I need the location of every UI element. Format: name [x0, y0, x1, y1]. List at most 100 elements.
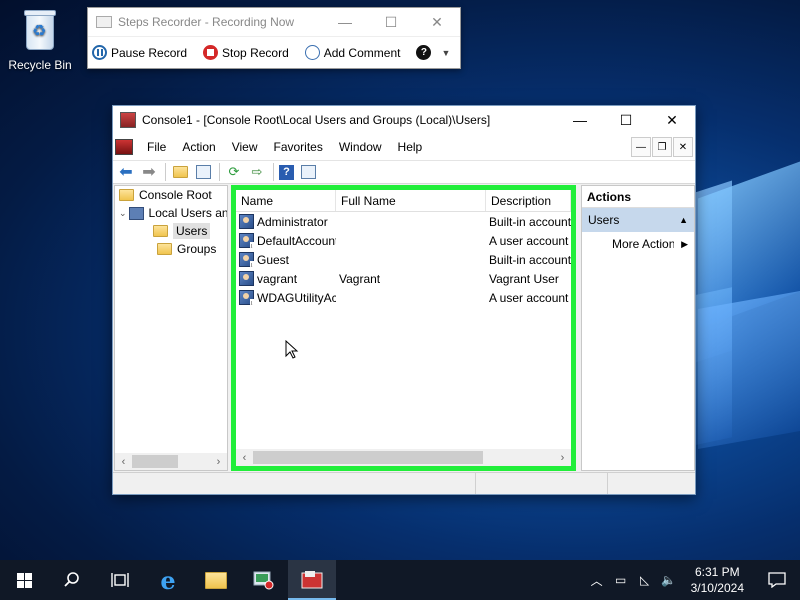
menu-favorites[interactable]: Favorites — [266, 140, 331, 154]
tree-node-groups[interactable]: Groups — [115, 240, 227, 258]
taskbar: e ︿ ▭ ◺ 🔈 6:31 PM 3/10/2024 — [0, 560, 800, 600]
recycle-bin-shortcut[interactable]: ♻ Recycle Bin — [6, 6, 74, 72]
help-dropdown-arrow-icon[interactable]: ▼ — [441, 48, 450, 58]
help-icon[interactable]: ? — [279, 164, 294, 180]
actions-section-users[interactable]: Users ▲ — [582, 208, 694, 232]
child-close-button[interactable]: ✕ — [673, 137, 693, 157]
maximize-button[interactable]: ☐ — [603, 106, 649, 134]
show-hide-action-pane-icon[interactable] — [299, 163, 317, 181]
minimize-button[interactable]: — — [557, 106, 603, 134]
start-button[interactable] — [0, 560, 48, 600]
user-name: DefaultAccount — [257, 233, 336, 248]
pause-record-button[interactable]: Pause Record — [92, 45, 187, 60]
taskbar-mmc-console[interactable] — [288, 560, 336, 600]
menu-action[interactable]: Action — [174, 140, 223, 154]
keyboard-icon[interactable]: ▭ — [609, 573, 633, 587]
stop-record-label: Stop Record — [222, 45, 289, 60]
close-button[interactable]: ✕ — [649, 106, 695, 134]
menu-bar: File Action View Favorites Window Help —… — [113, 134, 695, 160]
disabled-user-icon — [239, 290, 254, 305]
user-description: Built-in account for guest access — [489, 252, 571, 267]
menu-help[interactable]: Help — [390, 140, 431, 154]
local-users-groups-icon — [128, 206, 144, 220]
table-row[interactable]: Administrator Built-in account for admin… — [236, 212, 571, 231]
stop-record-button[interactable]: Stop Record — [203, 45, 289, 60]
add-comment-label: Add Comment — [323, 45, 401, 60]
column-header-description[interactable]: Description — [486, 190, 571, 211]
tree-label-selected: Users — [173, 223, 211, 239]
taskbar-file-explorer[interactable] — [192, 560, 240, 600]
task-view-icon — [111, 573, 129, 587]
tree-node-console-root[interactable]: Console Root — [115, 186, 227, 204]
mmc-titlebar[interactable]: Console1 - [Console Root\Local Users and… — [113, 106, 695, 134]
menu-file[interactable]: File — [139, 140, 174, 154]
console-tree: Console Root ⌄ Local Users and Groups (L… — [114, 185, 228, 471]
show-hide-tree-icon[interactable] — [194, 163, 212, 181]
steps-recorder-window: Steps Recorder - Recording Now — ☐ ✕ Pau… — [87, 7, 461, 69]
actions-section-label: Users — [588, 213, 620, 227]
menu-view[interactable]: View — [224, 140, 266, 154]
search-icon — [64, 572, 79, 587]
up-one-level-icon[interactable] — [171, 163, 189, 181]
add-comment-button[interactable]: Add Comment — [304, 45, 401, 60]
user-name: Administrator — [257, 214, 328, 229]
task-view-button[interactable] — [96, 560, 144, 600]
mmc-app-icon — [120, 112, 136, 128]
child-minimize-button[interactable]: — — [631, 137, 651, 157]
folder-icon — [157, 243, 172, 255]
steps-recorder-app-icon — [96, 16, 112, 28]
scroll-right-arrow-icon[interactable]: › — [210, 456, 227, 468]
collapse-up-icon[interactable]: ▲ — [679, 215, 688, 225]
export-list-icon[interactable]: ⇨ — [248, 163, 266, 181]
volume-muted-icon[interactable]: 🔈 — [657, 573, 681, 587]
collapse-chevron-icon[interactable]: ⌄ — [119, 208, 127, 219]
help-button[interactable]: ? — [416, 45, 435, 60]
tree-node-local-users-and-groups[interactable]: ⌄ Local Users and Groups (Local) — [115, 204, 227, 222]
user-description: Vagrant User — [489, 271, 559, 286]
table-row[interactable]: vagrant Vagrant Vagrant User — [236, 269, 571, 288]
stop-icon — [203, 45, 219, 60]
console-system-menu-icon[interactable] — [115, 139, 133, 155]
more-actions-item[interactable]: More Actions ▶ — [582, 232, 694, 256]
status-bar — [113, 472, 695, 494]
refresh-icon[interactable]: ⟳ — [225, 163, 243, 181]
comment-icon — [304, 45, 320, 60]
disabled-user-icon — [239, 233, 254, 248]
list-horizontal-scrollbar[interactable]: ‹ › — [236, 449, 571, 466]
table-row[interactable]: DefaultAccount A user account managed by… — [236, 231, 571, 250]
scrollbar-thumb[interactable] — [253, 451, 483, 464]
steps-recorder-titlebar[interactable]: Steps Recorder - Recording Now — ☐ ✕ — [88, 8, 460, 36]
scroll-left-arrow-icon[interactable]: ‹ — [236, 452, 253, 464]
table-row[interactable]: WDAGUtilityAccount A user account manage… — [236, 288, 571, 307]
user-full-name: Vagrant — [339, 271, 381, 286]
scroll-right-arrow-icon[interactable]: › — [554, 452, 571, 464]
search-button[interactable] — [48, 560, 96, 600]
clock[interactable]: 6:31 PM 3/10/2024 — [681, 564, 754, 596]
mmc-toolbar: ⬅ ➡ ⟳ ⇨ ? — [113, 160, 695, 184]
taskbar-steps-recorder[interactable] — [240, 560, 288, 600]
taskbar-internet-explorer[interactable]: e — [144, 560, 192, 600]
child-restore-button[interactable]: ❐ — [652, 137, 672, 157]
menu-window[interactable]: Window — [331, 140, 390, 154]
tree-label: Console Root — [139, 188, 212, 202]
close-button[interactable]: ✕ — [414, 8, 460, 36]
maximize-button[interactable]: ☐ — [368, 8, 414, 36]
column-header-full-name[interactable]: Full Name — [336, 190, 486, 211]
minimize-button[interactable]: — — [322, 8, 368, 36]
submenu-arrow-icon: ▶ — [681, 238, 688, 249]
back-arrow-icon[interactable]: ⬅ — [117, 163, 135, 181]
wallpaper-light — [698, 161, 800, 329]
network-warning-icon[interactable]: ◺ — [633, 573, 657, 587]
notification-center-button[interactable] — [754, 560, 800, 600]
table-row[interactable]: Guest Built-in account for guest access — [236, 250, 571, 269]
tree-horizontal-scrollbar[interactable]: ‹ › — [115, 453, 227, 470]
show-hidden-icons-chevron-icon[interactable]: ︿ — [585, 572, 609, 589]
scroll-left-arrow-icon[interactable]: ‹ — [115, 456, 132, 468]
tree-label: Local Users and Groups (Local) — [148, 206, 228, 220]
forward-arrow-icon[interactable]: ➡ — [140, 163, 158, 181]
scrollbar-thumb[interactable] — [132, 455, 178, 468]
tree-node-users[interactable]: Users — [115, 222, 227, 240]
mmc-console-icon — [301, 571, 323, 589]
column-header-name[interactable]: Name — [236, 190, 336, 211]
mmc-console-window: Console1 - [Console Root\Local Users and… — [112, 105, 696, 495]
